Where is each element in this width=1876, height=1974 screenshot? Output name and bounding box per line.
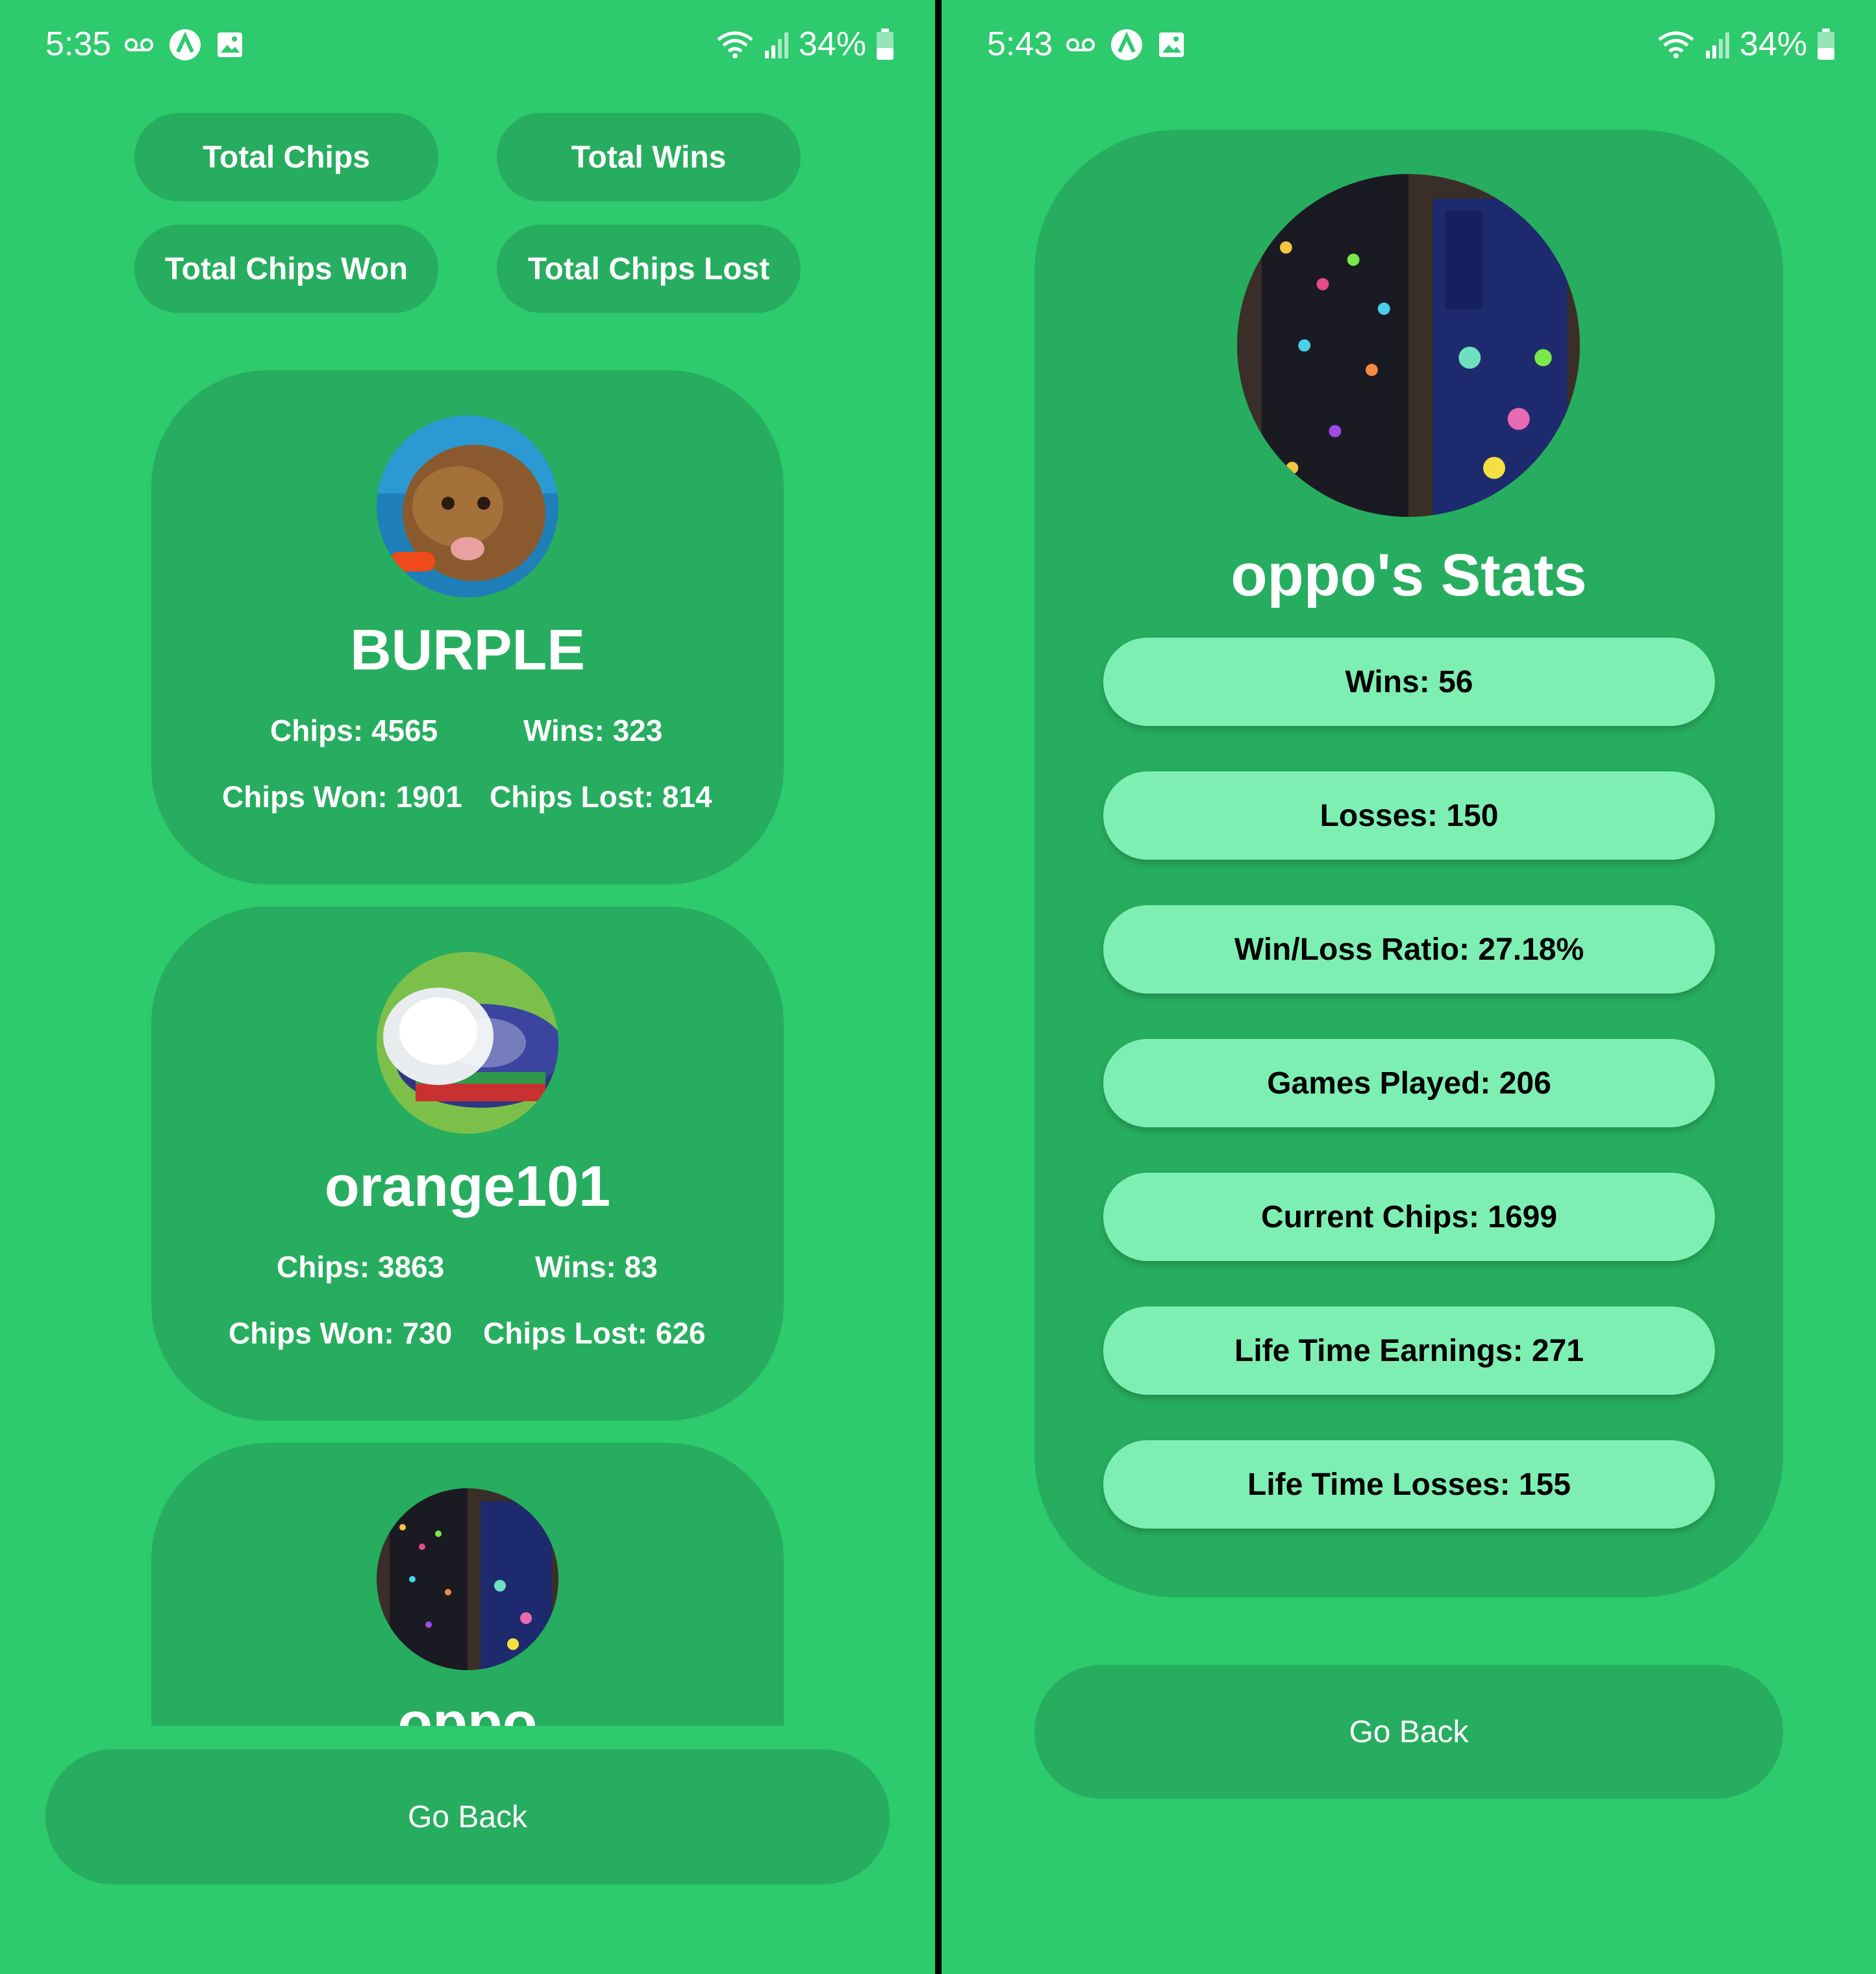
player-name: orange101 [324,1154,611,1218]
go-back-button[interactable]: Go Back [45,1749,890,1884]
battery-icon [1818,29,1834,60]
sort-total-wins-button[interactable]: Total Wins [497,113,801,201]
panel-divider [935,0,942,1974]
voicemail-icon [125,38,153,51]
sort-total-chips-won-button[interactable]: Total Chips Won [134,225,438,313]
player-chips-won: Chips Won: 1901 [222,780,462,814]
player-chips-lost: Chips Lost: 814 [490,780,712,814]
stats-card: oppo's Stats Wins: 56 Losses: 150 Win/Lo… [1034,130,1783,1597]
player-name: oppo [397,1690,538,1726]
wifi-icon [1658,31,1694,58]
stats-title: oppo's Stats [1231,542,1587,608]
player-stats-screen: 5:43 34% oppo's Stats Wins: 56 Losses: 1… [942,0,1876,1974]
player-wins: Wins: 323 [523,714,663,747]
voicemail-icon [1066,38,1095,51]
stat-losses: Losses: 150 [1103,771,1715,860]
status-time: 5:43 [987,25,1053,63]
player-avatar [377,952,558,1134]
status-time: 5:35 [45,25,112,63]
player-name: BURPLE [350,618,585,682]
leaderboard-screen: 5:35 34% Total Chips Total Wins Total Ch… [0,0,935,1974]
sort-total-chips-button[interactable]: Total Chips [134,113,438,201]
sort-total-chips-lost-button[interactable]: Total Chips Lost [497,225,801,313]
stat-lifetime-losses: Life Time Losses: 155 [1103,1440,1715,1529]
player-chips-won: Chips Won: 730 [229,1316,453,1350]
signal-icon [764,32,788,58]
player-card[interactable]: oppo [151,1443,784,1726]
player-avatar [377,416,558,597]
stat-current-chips: Current Chips: 1699 [1103,1173,1715,1261]
gallery-icon [1159,32,1184,57]
player-chips: Chips: 3863 [277,1250,445,1284]
stat-games-played: Games Played: 206 [1103,1039,1715,1127]
player-chips-lost: Chips Lost: 626 [483,1316,706,1350]
player-list[interactable]: BURPLE Chips: 4565 Wins: 323 Chips Won: … [0,364,935,1726]
player-chips: Chips: 4565 [270,714,438,747]
player-avatar [1237,174,1580,517]
stat-win-loss-ratio: Win/Loss Ratio: 27.18% [1103,905,1715,993]
stat-lifetime-earnings: Life Time Earnings: 271 [1103,1306,1715,1395]
go-back-button[interactable]: Go Back [1034,1665,1783,1799]
player-wins: Wins: 83 [535,1250,658,1284]
stat-wins: Wins: 56 [1103,638,1715,726]
app-notification-icon [169,29,201,60]
status-bar: 5:35 34% [0,21,935,70]
player-card[interactable]: orange101 Chips: 3863 Wins: 83 Chips Won… [151,906,784,1421]
signal-icon [1705,32,1729,58]
status-bar: 5:43 34% [942,21,1876,70]
battery-icon [877,29,894,60]
gallery-icon [218,32,242,57]
app-notification-icon [1111,29,1142,60]
battery-percentage: 34% [798,25,866,63]
player-card[interactable]: BURPLE Chips: 4565 Wins: 323 Chips Won: … [151,370,784,884]
player-avatar [377,1488,558,1670]
battery-percentage: 34% [1739,25,1807,63]
wifi-icon [717,31,753,58]
